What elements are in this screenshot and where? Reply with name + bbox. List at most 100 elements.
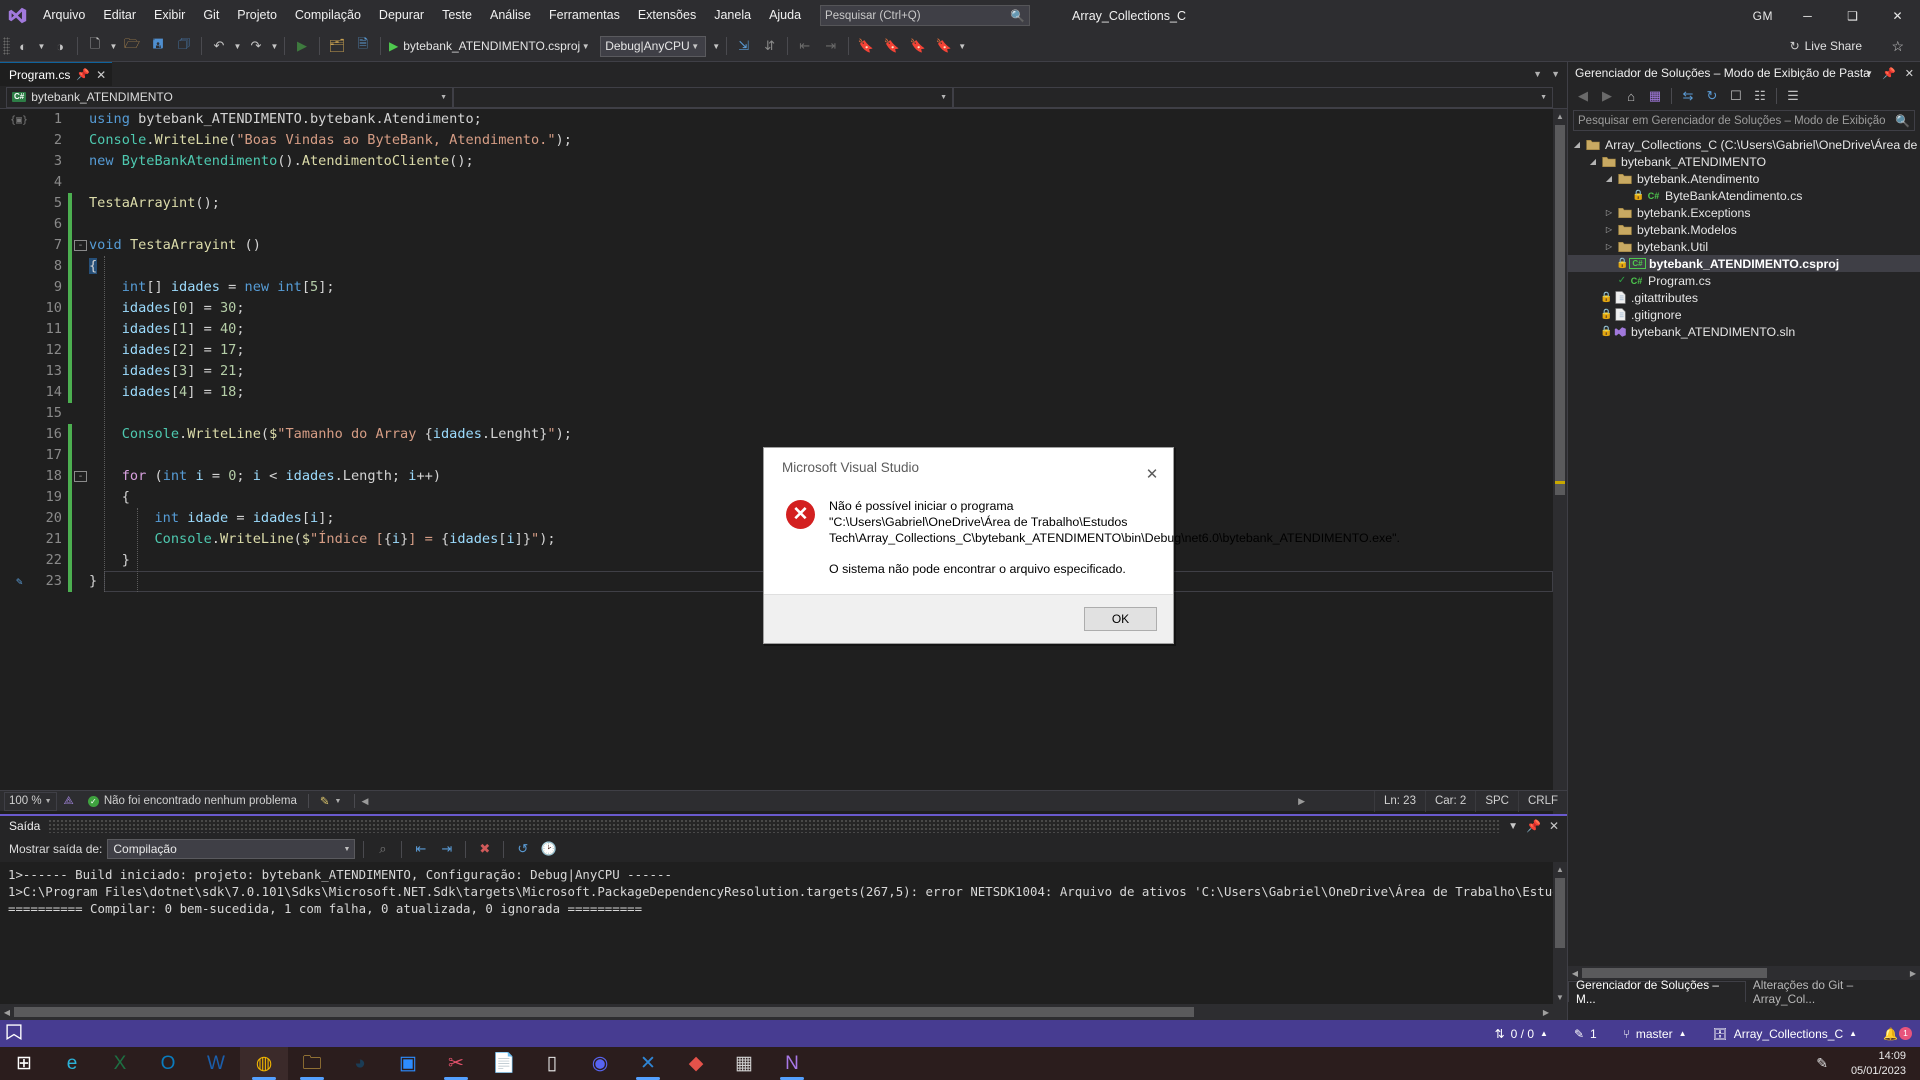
code-line[interactable]: 7- void TestaArrayint (): [0, 235, 1553, 256]
fold-toggle-icon[interactable]: [74, 508, 87, 529]
glyph-margin[interactable]: [0, 361, 26, 382]
code-line[interactable]: 6: [0, 214, 1553, 235]
scroll-left-icon[interactable]: ◀: [0, 1004, 14, 1020]
glyph-margin[interactable]: [0, 529, 26, 550]
glyph-margin[interactable]: [0, 424, 26, 445]
tree-item[interactable]: ◢ bytebank.Atendimento: [1568, 170, 1920, 187]
fold-toggle-icon[interactable]: -: [74, 466, 87, 487]
fold-toggle-icon[interactable]: [74, 382, 87, 403]
minimize-button[interactable]: ─: [1785, 0, 1830, 31]
go-to-previous-icon[interactable]: ⇤: [410, 839, 431, 860]
steam-icon[interactable]: ◕: [336, 1047, 384, 1080]
pin-icon[interactable]: 📌: [1526, 819, 1541, 833]
clear-bookmarks-icon[interactable]: 🔖: [932, 34, 956, 58]
chevron-down-icon[interactable]: ◢: [1586, 157, 1600, 166]
code-line[interactable]: 10 idades[0] = 30;: [0, 298, 1553, 319]
pen-indicator[interactable]: ✎ ▼: [313, 794, 349, 808]
glyph-margin[interactable]: [0, 550, 26, 571]
navigate-back-icon[interactable]: ◐: [11, 34, 35, 58]
save-icon[interactable]: 🖪: [146, 34, 170, 58]
close-icon[interactable]: ✕: [96, 68, 106, 82]
taskbar-clock[interactable]: 14:09 05/01/2023: [1851, 1049, 1906, 1079]
start-without-debugging-icon[interactable]: ▶: [290, 34, 314, 58]
output-hscroll-thumb[interactable]: [14, 1007, 1194, 1017]
glyph-margin[interactable]: [0, 214, 26, 235]
glyph-margin[interactable]: [0, 508, 26, 529]
tree-item[interactable]: ◢ Array_Collections_C (C:\Users\Gabriel\O…: [1568, 136, 1920, 153]
quick-launch-search[interactable]: Pesquisar (Ctrl+Q) 🔍: [820, 5, 1031, 26]
output-vertical-scrollbar[interactable]: ▲ ▼: [1553, 862, 1567, 1004]
glyph-margin[interactable]: [0, 487, 26, 508]
code-line[interactable]: 16 Console.WriteLine($"Tamanho do Array …: [0, 424, 1553, 445]
menu-exibir[interactable]: Exibir: [145, 0, 194, 31]
zoom-icon[interactable]: ▣: [384, 1047, 432, 1080]
tree-item[interactable]: ✓ C# Program.cs: [1568, 272, 1920, 289]
glyph-margin[interactable]: [0, 445, 26, 466]
glyph-margin[interactable]: [0, 172, 26, 193]
indent-increase-icon[interactable]: ⇥: [819, 34, 843, 58]
previous-bookmark-icon[interactable]: 🔖: [880, 34, 904, 58]
tree-item[interactable]: 🔒 C# bytebank_ATENDIMENTO.csproj: [1568, 255, 1920, 272]
sync-status[interactable]: ⇅ 0 / 0 ▲: [1482, 1027, 1561, 1041]
problems-indicator[interactable]: ✓ Não foi encontrado nenhum problema: [81, 795, 304, 807]
chevron-right-icon[interactable]: ▷: [1602, 225, 1616, 234]
sync-with-active-document-icon[interactable]: ⇆: [1677, 85, 1699, 107]
preview-icon[interactable]: 🗎: [351, 34, 375, 58]
line-indicator[interactable]: Ln: 23: [1374, 790, 1425, 812]
fold-toggle-icon[interactable]: [74, 172, 87, 193]
pen-input-icon[interactable]: ✎: [1816, 1055, 1828, 1072]
menu-ferramentas[interactable]: Ferramentas: [540, 0, 629, 31]
solution-configuration-combo[interactable]: Debug|AnyCPU ▼: [600, 35, 706, 57]
chevron-right-icon[interactable]: ▷: [1602, 208, 1616, 217]
code-line[interactable]: 4: [0, 172, 1553, 193]
tree-item[interactable]: ▷ bytebank.Exceptions: [1568, 204, 1920, 221]
tree-item[interactable]: 🔒 bytebank_ATENDIMENTO.sln: [1568, 323, 1920, 340]
bookmark-icon[interactable]: 🔖: [854, 34, 878, 58]
visual-studio-icon[interactable]: N: [768, 1047, 816, 1080]
feedback-icon[interactable]: ☆: [1891, 38, 1904, 55]
solution-explorer-tree[interactable]: ◢ Array_Collections_C (C:\Users\Gabriel\O…: [1568, 134, 1920, 340]
fold-toggle-icon[interactable]: [74, 571, 87, 592]
glyph-margin[interactable]: [0, 151, 26, 172]
close-icon[interactable]: ✕: [1131, 460, 1173, 488]
attach-to-process-icon[interactable]: 🗂: [325, 34, 349, 58]
google-chrome-icon[interactable]: ◍: [240, 1047, 288, 1080]
tab-program-cs[interactable]: Program.cs 📌 ✕: [0, 62, 113, 86]
fold-toggle-icon[interactable]: [74, 151, 87, 172]
tabstrip-overflow-icon[interactable]: ▼: [1551, 69, 1560, 79]
code-line[interactable]: 15: [0, 403, 1553, 424]
fold-toggle-icon[interactable]: [74, 445, 87, 466]
fold-toggle-icon[interactable]: [74, 487, 87, 508]
fold-toggle-icon[interactable]: [74, 193, 87, 214]
new-folder-icon[interactable]: ☷: [1749, 85, 1771, 107]
fold-toggle-icon[interactable]: [74, 361, 87, 382]
chevron-down-icon[interactable]: ◢: [1602, 174, 1616, 183]
switch-views-icon[interactable]: ▦: [1644, 85, 1666, 107]
glyph-margin[interactable]: [0, 466, 26, 487]
code-line[interactable]: 14 idades[4] = 18;: [0, 382, 1553, 403]
fold-toggle-icon[interactable]: [74, 130, 87, 151]
word-icon[interactable]: W: [192, 1047, 240, 1080]
save-all-icon[interactable]: 🗇: [172, 34, 196, 58]
snipping-tool-icon[interactable]: ✂: [432, 1047, 480, 1080]
tree-item[interactable]: ▷ bytebank.Modelos: [1568, 221, 1920, 238]
glyph-margin[interactable]: [0, 340, 26, 361]
code-line[interactable]: 5 TestaArrayint();: [0, 193, 1553, 214]
toolbar-grip[interactable]: [3, 37, 10, 55]
close-icon[interactable]: ✕: [1905, 67, 1914, 80]
selection-mode-indicator[interactable]: ⟁: [57, 795, 81, 808]
step-into-icon[interactable]: ⇲: [732, 34, 756, 58]
notifications-status[interactable]: 🔔 1: [1870, 1026, 1920, 1041]
pin-icon[interactable]: 📌: [76, 68, 90, 81]
microsoft-edge-icon[interactable]: e: [48, 1047, 96, 1080]
glyph-margin[interactable]: [0, 298, 26, 319]
chevron-right-icon[interactable]: ▷: [1602, 242, 1616, 251]
menu-analise[interactable]: Análise: [481, 0, 540, 31]
close-icon[interactable]: ✕: [1549, 819, 1559, 833]
epic-games-icon[interactable]: ▦: [720, 1047, 768, 1080]
menu-editar[interactable]: Editar: [94, 0, 145, 31]
file-explorer-icon[interactable]: 🗀: [288, 1047, 336, 1080]
redo-icon[interactable]: ↷: [244, 34, 268, 58]
hscroll-right-icon[interactable]: ▶: [1298, 796, 1305, 807]
zoom-level-combo[interactable]: 100 % ▼: [4, 791, 57, 811]
